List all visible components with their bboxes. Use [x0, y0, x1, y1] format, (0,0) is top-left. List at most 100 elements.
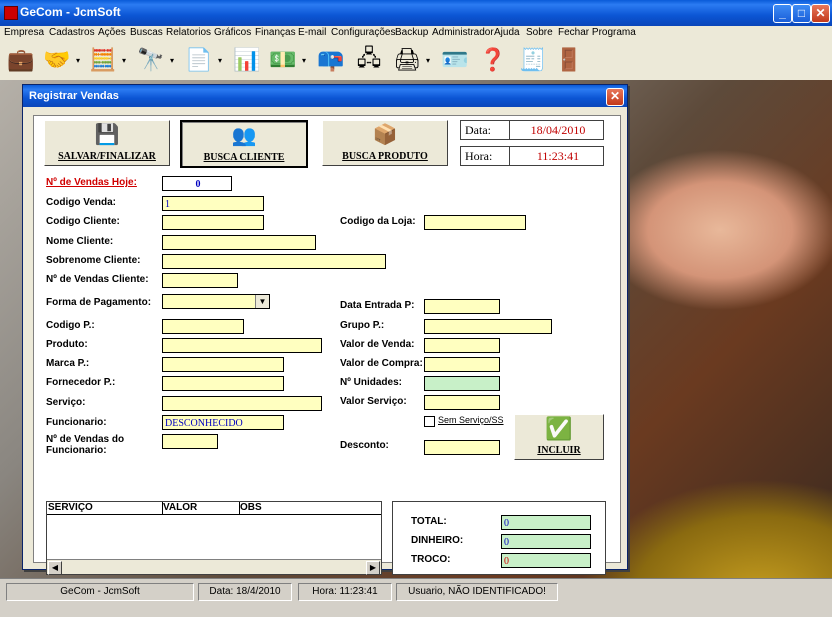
grid-header-servico[interactable]: SERVIÇO: [47, 502, 163, 515]
grid-header-valor[interactable]: VALOR: [162, 502, 240, 515]
scroll-left-icon[interactable]: ◀: [48, 561, 62, 575]
sobrenome-field[interactable]: [162, 254, 386, 269]
desconto-field[interactable]: [424, 440, 500, 455]
menu-configuracoes[interactable]: Configurações: [331, 27, 395, 38]
dropdown-arrow-icon[interactable]: ▾: [76, 56, 82, 65]
menu-financas[interactable]: Finanças: [255, 27, 296, 38]
valor-compra-field[interactable]: [424, 357, 500, 372]
date-value: 18/04/2010: [530, 123, 586, 137]
vendas-funcionario-field[interactable]: [162, 434, 218, 449]
document-icon[interactable]: 📄: [182, 43, 216, 77]
menu-graficos[interactable]: Gráficos: [214, 27, 251, 38]
fornecedor-field[interactable]: [162, 376, 284, 391]
maximize-button[interactable]: □: [792, 4, 811, 23]
busca-cliente-button[interactable]: 👥 BUSCA CLIENTE: [180, 120, 308, 168]
nome-cliente-field[interactable]: [162, 235, 316, 250]
servico-field[interactable]: [162, 396, 322, 411]
window-title-bar[interactable]: GeCom - JcmSoft _ □ ✕: [0, 0, 832, 26]
calculator-icon[interactable]: 🧾: [516, 43, 550, 77]
dialog-close-button[interactable]: ✕: [606, 88, 624, 106]
menu-cadastros[interactable]: Cadastros: [49, 27, 95, 38]
menu-buscas[interactable]: Buscas: [130, 27, 163, 38]
codigo-cliente-field[interactable]: [162, 215, 264, 230]
codigo-cliente-label: Codigo Cliente:: [46, 216, 120, 227]
codigo-venda-field[interactable]: 1: [162, 196, 264, 211]
produto-label: Produto:: [46, 339, 88, 350]
status-user: Usuario, NÃO IDENTIFICADO!: [396, 583, 558, 601]
busca-cliente-label: BUSCA CLIENTE: [203, 152, 285, 163]
mailbox-icon[interactable]: 📪: [314, 43, 348, 77]
chart-icon[interactable]: 📊: [230, 43, 264, 77]
dropdown-arrow-icon[interactable]: ▾: [218, 56, 224, 65]
help-icon[interactable]: ❓: [476, 43, 510, 77]
dropdown-arrow-icon[interactable]: ▾: [170, 56, 176, 65]
dropdown-arrow-icon[interactable]: ▾: [122, 56, 128, 65]
date-display: Data: 18/04/2010: [460, 120, 604, 140]
save-finalize-button[interactable]: 💾 SALVAR/FINALIZAR: [44, 120, 170, 166]
codigo-loja-field[interactable]: [424, 215, 526, 230]
marca-field[interactable]: [162, 357, 284, 372]
status-date: Data: 18/4/2010: [198, 583, 292, 601]
data-entrada-field[interactable]: [424, 299, 500, 314]
menu-empresa[interactable]: Empresa: [4, 27, 44, 38]
funcionario-field[interactable]: DESCONHECIDO: [162, 415, 284, 430]
produto-field[interactable]: [162, 338, 322, 353]
services-grid[interactable]: SERVIÇO VALOR OBS ◀ ▶: [46, 501, 382, 575]
unidades-field[interactable]: [424, 376, 500, 391]
busca-produto-button[interactable]: 📦 BUSCA PRODUTO: [322, 120, 448, 166]
vendas-hoje-label: Nº de Vendas Hoje:: [46, 177, 137, 188]
time-value: 11:23:41: [536, 149, 580, 163]
valor-servico-field[interactable]: [424, 395, 500, 410]
package-icon: 📦: [372, 124, 398, 146]
menu-relatorios[interactable]: Relatorios: [166, 27, 211, 38]
forma-pagamento-select[interactable]: ▼: [162, 294, 270, 309]
menu-backup[interactable]: Backup: [395, 27, 428, 38]
grid-header-obs[interactable]: OBS: [239, 502, 381, 515]
floppy-disk-icon: 💾: [94, 124, 120, 146]
vendas-cliente-field[interactable]: [162, 273, 238, 288]
dialog-title-bar[interactable]: Registrar Vendas ✕: [23, 85, 627, 107]
incluir-button[interactable]: ✅ INCLUIR: [514, 414, 604, 460]
dropdown-arrow-icon[interactable]: ▾: [426, 56, 432, 65]
menu-ajuda[interactable]: Ajuda: [494, 27, 520, 38]
menu-administrador[interactable]: Administrador: [432, 27, 494, 38]
sem-servico-label: Sem Serviço/SS: [438, 415, 504, 425]
grupo-p-label: Grupo P.:: [340, 320, 385, 331]
codigo-p-field[interactable]: [162, 319, 244, 334]
money-icon[interactable]: 💵: [266, 43, 300, 77]
minimize-button[interactable]: _: [773, 4, 792, 23]
horizontal-scrollbar[interactable]: ◀ ▶: [47, 559, 381, 575]
sobrenome-label: Sobrenome Cliente:: [46, 255, 141, 266]
printer-icon[interactable]: 🖨: [390, 43, 424, 77]
dropdown-arrow-icon[interactable]: ▾: [302, 56, 308, 65]
briefcase-icon[interactable]: 💼: [4, 43, 38, 77]
cash-register-icon[interactable]: 🧮: [86, 43, 120, 77]
total-label: TOTAL:: [411, 516, 447, 527]
menu-fechar-programa[interactable]: Fechar Programa: [558, 27, 636, 38]
codigo-loja-label: Codigo da Loja:: [340, 216, 416, 227]
forma-pagamento-label: Forma de Pagamento:: [46, 297, 152, 308]
chevron-down-icon[interactable]: ▼: [255, 295, 269, 308]
menu-sobre[interactable]: Sobre: [526, 27, 553, 38]
exit-icon[interactable]: 🚪: [552, 43, 586, 77]
binoculars-icon[interactable]: 🔭: [134, 43, 168, 77]
dinheiro-field[interactable]: 0: [501, 534, 591, 549]
handshake-icon[interactable]: 🤝: [40, 43, 74, 77]
scroll-right-icon[interactable]: ▶: [366, 561, 380, 575]
valor-servico-label: Valor Serviço:: [340, 396, 407, 407]
network-icon[interactable]: 🖧: [352, 43, 386, 77]
sem-servico-checkbox[interactable]: [424, 416, 435, 427]
user-card-icon[interactable]: 🪪: [438, 43, 472, 77]
marca-label: Marca P.:: [46, 358, 90, 369]
toolbar: 💼 🤝 ▾ 🧮 ▾ 🔭 ▾ 📄 ▾ 📊 💵 ▾ 📪 🖧 🖨 ▾ 🪪 ❓ 🧾 🚪: [0, 40, 832, 81]
date-label: Data:: [465, 123, 491, 137]
menu-email[interactable]: E-mail: [298, 27, 326, 38]
registrar-vendas-dialog: Registrar Vendas ✕ 💾 SALVAR/FINALIZAR 👥 …: [22, 84, 628, 575]
desconto-label: Desconto:: [340, 440, 389, 451]
troco-label: TROCO:: [411, 554, 451, 565]
valor-venda-field[interactable]: [424, 338, 500, 353]
incluir-label: INCLUIR: [537, 445, 581, 456]
menu-acoes[interactable]: Ações: [98, 27, 126, 38]
close-button[interactable]: ✕: [811, 4, 830, 23]
grupo-p-field[interactable]: [424, 319, 552, 334]
